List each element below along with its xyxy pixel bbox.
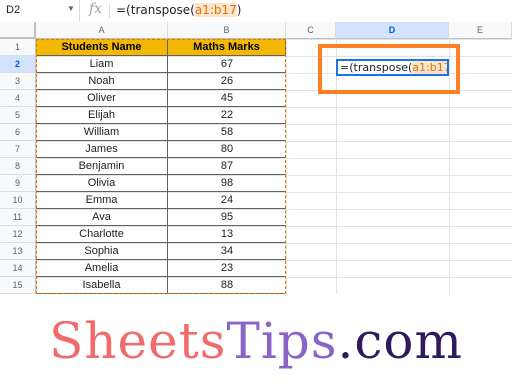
table-cell-name[interactable]: Noah: [36, 73, 168, 90]
table-cell-name[interactable]: Liam: [36, 56, 168, 73]
table-cell-mark[interactable]: 26: [168, 73, 286, 90]
row-header[interactable]: 6: [0, 124, 36, 141]
table-cell-name[interactable]: Olivia: [36, 175, 168, 192]
table-cell-mark[interactable]: 22: [168, 107, 286, 124]
row-header[interactable]: 4: [0, 90, 36, 107]
table-cell-mark[interactable]: 23: [168, 260, 286, 277]
table-cell-name[interactable]: Benjamin: [36, 158, 168, 175]
row-header[interactable]: 3: [0, 73, 36, 90]
table-cell-mark[interactable]: 45: [168, 90, 286, 107]
row-header[interactable]: 9: [0, 175, 36, 192]
formula-prefix: =(transpose(: [116, 3, 195, 17]
grid-line: [286, 39, 287, 294]
column-header-b[interactable]: B: [168, 22, 286, 39]
table-cell-mark[interactable]: 34: [168, 243, 286, 260]
cell-formula-range-ref: a1:b17: [412, 61, 449, 74]
name-box[interactable]: D2 ▼: [0, 0, 80, 22]
table-cell-mark[interactable]: 98: [168, 175, 286, 192]
table-cell-name[interactable]: Emma: [36, 192, 168, 209]
row-header[interactable]: 7: [0, 141, 36, 158]
row-header[interactable]: 10: [0, 192, 36, 209]
row-header[interactable]: 1: [0, 39, 36, 56]
formula-bar: D2 ▼ fx =(transpose(a1:b17): [0, 0, 512, 23]
table-cell-name[interactable]: William: [36, 124, 168, 141]
row-header[interactable]: 2: [0, 56, 36, 73]
chevron-down-icon[interactable]: ▼: [67, 4, 75, 13]
formula-separator: [109, 4, 110, 18]
row-header[interactable]: 8: [0, 158, 36, 175]
table-cell-mark[interactable]: 95: [168, 209, 286, 226]
select-all-corner[interactable]: [0, 22, 36, 39]
table-cell-mark[interactable]: 24: [168, 192, 286, 209]
formula-input[interactable]: =(transpose(a1:b17): [116, 3, 241, 17]
row-header[interactable]: 13: [0, 243, 36, 260]
table-cell-name[interactable]: Ava: [36, 209, 168, 226]
formula-suffix: ): [236, 3, 242, 17]
formula-range-ref: a1:b17: [194, 3, 237, 17]
brand-part-com: .com: [337, 312, 463, 370]
header-cell-maths-marks[interactable]: Maths Marks: [168, 39, 286, 56]
active-cell-editor[interactable]: =(transpose(a1:b17): [336, 59, 449, 76]
table-cell-mark[interactable]: 67: [168, 56, 286, 73]
column-header-c[interactable]: C: [286, 22, 336, 39]
cell-formula-prefix: =(transpose(: [340, 61, 413, 74]
row-header[interactable]: 12: [0, 226, 36, 243]
row-header[interactable]: 11: [0, 209, 36, 226]
table-cell-mark[interactable]: 87: [168, 158, 286, 175]
fx-icon: fx: [89, 1, 103, 17]
brand-logo: SheetsTips.com: [0, 298, 512, 384]
name-box-value: D2: [6, 4, 21, 16]
table-cell-name[interactable]: Oliver: [36, 90, 168, 107]
table-cell-name[interactable]: James: [36, 141, 168, 158]
table-cell-name[interactable]: Isabella: [36, 277, 168, 294]
row-header[interactable]: 14: [0, 260, 36, 277]
table-cell-mark[interactable]: 80: [168, 141, 286, 158]
table-cell-name[interactable]: Amelia: [36, 260, 168, 277]
column-header-e[interactable]: E: [449, 22, 512, 39]
brand-part-tips: Tips: [226, 312, 338, 370]
table-cell-name[interactable]: Sophia: [36, 243, 168, 260]
brand-part-sheets: Sheets: [49, 312, 227, 370]
row-header[interactable]: 5: [0, 107, 36, 124]
table-cell-mark[interactable]: 13: [168, 226, 286, 243]
table-cell-name[interactable]: Elijah: [36, 107, 168, 124]
header-cell-students-name[interactable]: Students Name: [36, 39, 168, 56]
table-cell-mark[interactable]: 88: [168, 277, 286, 294]
row-header[interactable]: 15: [0, 277, 36, 294]
column-header-a[interactable]: A: [36, 22, 168, 39]
table-cell-name[interactable]: Charlotte: [36, 226, 168, 243]
table-cell-mark[interactable]: 58: [168, 124, 286, 141]
column-header-d[interactable]: D: [336, 22, 449, 39]
